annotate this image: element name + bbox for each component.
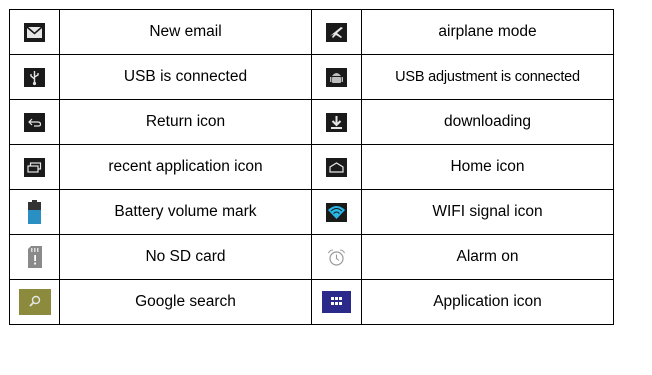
label-cell: airplane mode [361,9,614,55]
icon-cell [311,144,362,190]
table-row: New email airplane mode [9,9,614,55]
icon-cell [9,54,60,100]
table-row: No SD card Alarm on [9,234,614,280]
icon-cell [9,99,60,145]
icon-cell [9,9,60,55]
label-cell: Google search [59,279,312,325]
no-sd-card-icon [27,246,42,268]
icon-cell [9,279,60,325]
label-cell: New email [59,9,312,55]
alarm-clock-icon [326,248,347,267]
label-cell: recent application icon [59,144,312,190]
table-row: USB is connected USB adjustment is conne… [9,54,614,100]
app-grid-icon [322,291,351,313]
icon-cell [311,54,362,100]
return-arrow-icon [24,112,45,132]
table-row: Return icon downloading [9,99,614,145]
wifi-icon [326,202,347,222]
label-cell: Home icon [361,144,614,190]
icon-cell [9,234,60,280]
home-icon [326,157,347,177]
label-cell: downloading [361,99,614,145]
table-row: recent application icon Home icon [9,144,614,190]
usb-icon [24,67,45,87]
label-cell: Battery volume mark [59,189,312,235]
download-icon [326,112,347,132]
label-cell: Return icon [59,99,312,145]
icon-cell [311,99,362,145]
table-row: Google search Application icon [9,279,614,325]
airplane-icon [326,22,347,42]
label-cell: WIFI signal icon [361,189,614,235]
recent-apps-icon [24,157,45,177]
icon-cell [9,144,60,190]
icon-cell [311,234,362,280]
status-icons-table: New email airplane mode USB is connected [9,9,614,325]
envelope-icon [24,22,45,42]
icon-cell [311,9,362,55]
label-cell: USB adjustment is connected [361,54,614,100]
icon-cell [9,189,60,235]
table-row: Battery volume mark WIFI signal icon [9,189,614,235]
icon-cell [311,189,362,235]
label-cell: Application icon [361,279,614,325]
android-debug-icon [326,67,347,87]
label-cell: USB is connected [59,54,312,100]
icon-cell [311,279,362,325]
google-search-icon [18,289,51,315]
label-cell: No SD card [59,234,312,280]
label-cell: Alarm on [361,234,614,280]
battery-icon [28,200,41,224]
